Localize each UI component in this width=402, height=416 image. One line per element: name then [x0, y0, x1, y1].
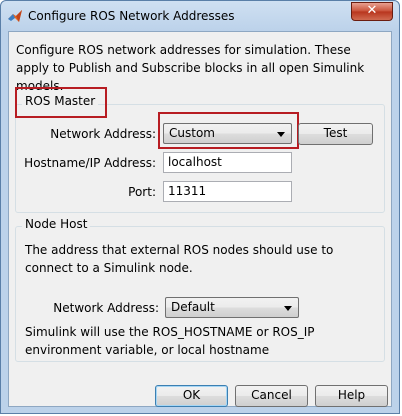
network-address-highlight [158, 112, 299, 149]
port-field[interactable]: 11311 [163, 181, 292, 202]
help-button[interactable]: Help [315, 385, 388, 407]
title-bar[interactable]: Configure ROS Network Addresses ✕ [1, 1, 399, 31]
node-network-address-label: Network Address: [53, 301, 159, 315]
hostname-field[interactable]: localhost [163, 152, 292, 173]
node-network-address-value: Default [171, 300, 215, 314]
cancel-button[interactable]: Cancel [235, 385, 308, 407]
close-button[interactable]: ✕ [351, 2, 393, 21]
node-host-note: Simulink will use the ROS_HOSTNAME or RO… [25, 325, 315, 357]
chevron-down-icon [284, 306, 292, 311]
window-title: Configure ROS Network Addresses [28, 9, 235, 23]
node-host-group-title: Node Host [22, 217, 91, 231]
close-icon: ✕ [366, 3, 378, 18]
dialog-window: Configure ROS Network Addresses ✕ Config… [0, 0, 400, 414]
ok-button[interactable]: OK [155, 385, 228, 407]
test-button[interactable]: Test [298, 123, 373, 145]
node-host-info: The address that external ROS nodes shou… [25, 243, 334, 275]
node-network-address-dropdown[interactable]: Default [165, 297, 299, 318]
ros-master-highlight [15, 87, 107, 118]
port-label: Port: [128, 185, 156, 199]
dialog-body: Configure ROS network addresses for simu… [8, 31, 392, 407]
hostname-label: Hostname/IP Address: [24, 156, 156, 170]
master-network-address-label: Network Address: [50, 127, 156, 141]
matlab-icon [8, 10, 22, 22]
